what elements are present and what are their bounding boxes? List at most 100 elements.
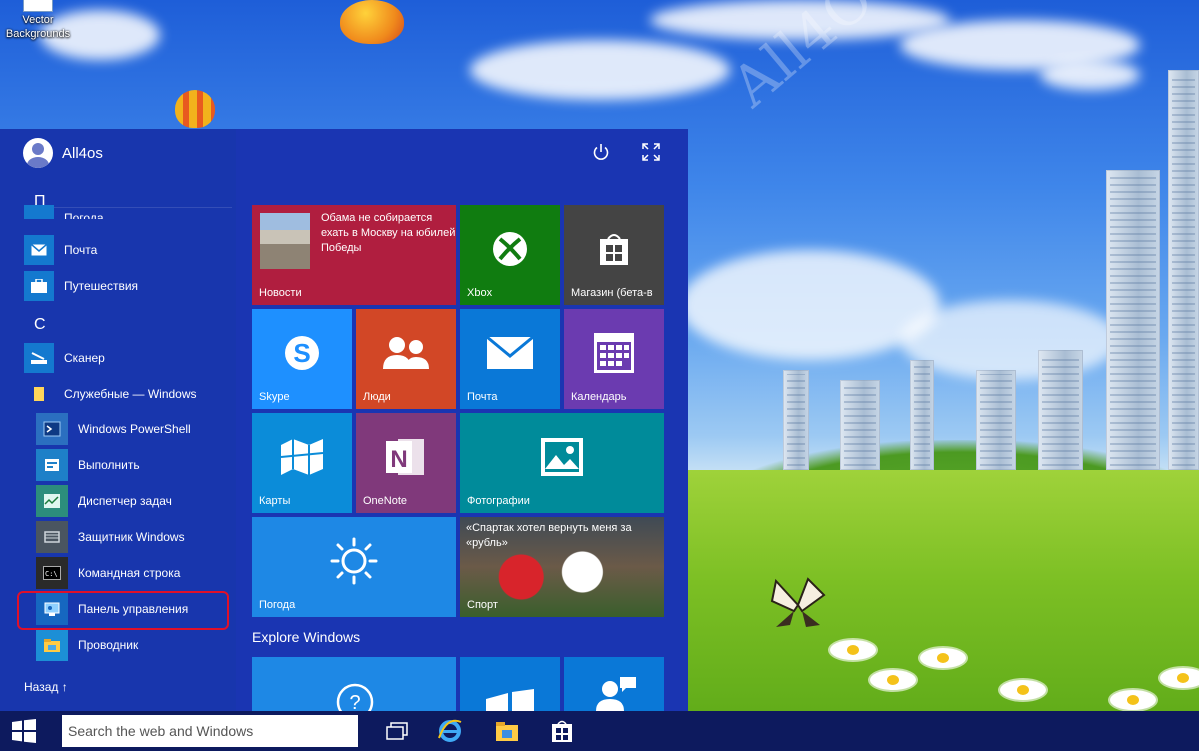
tile-xbox[interactable]: Xbox [460, 205, 560, 305]
internet-explorer-button[interactable] [430, 715, 470, 747]
folder-icon [36, 629, 68, 661]
weather-app-icon [24, 205, 54, 219]
tile-windows-feedback[interactable] [460, 657, 560, 711]
tile-label: Магазин (бета-в [571, 287, 653, 299]
power-button[interactable] [590, 141, 612, 163]
tile-label: OneNote [363, 495, 408, 507]
app-item-label: Командная строка [78, 566, 181, 580]
app-item-label: Погода [64, 211, 104, 219]
task-manager-icon [36, 485, 68, 517]
tile-maps[interactable]: Карты [252, 413, 352, 513]
search-input[interactable]: Search the web and Windows [62, 715, 358, 747]
sport-headline: «Спартак хотел вернуть меня за «рубль» [466, 522, 632, 549]
maps-icon [280, 439, 324, 475]
app-item-label: Защитник Windows [78, 530, 185, 544]
skype-icon: S [285, 336, 319, 370]
tile-skype[interactable]: S Skype [252, 309, 352, 409]
tile-label: Погода [259, 599, 296, 611]
svg-text:N: N [390, 446, 407, 473]
app-item-weather[interactable]: Погода [24, 205, 104, 219]
task-view-icon [386, 722, 408, 740]
desktop-shortcut-label-line1: Vector [22, 14, 54, 26]
tile-contact-support[interactable] [564, 657, 664, 711]
svg-text:?: ? [349, 692, 360, 711]
tile-label: Xbox [467, 287, 493, 299]
store-button[interactable] [542, 715, 582, 747]
tile-people[interactable]: Люди [356, 309, 456, 409]
highlight-annotation [17, 591, 229, 630]
sun-icon [330, 537, 378, 585]
file-explorer-button[interactable] [487, 715, 527, 747]
app-item-file-explorer[interactable]: Проводник [36, 629, 138, 661]
tile-onenote[interactable]: N OneNote [356, 413, 456, 513]
app-item-label: Почта [64, 243, 98, 257]
hot-air-balloon [175, 90, 215, 128]
scanner-icon [24, 343, 54, 373]
explore-windows-heading: Explore Windows [252, 629, 361, 645]
tile-mail[interactable]: Почта [460, 309, 560, 409]
tile-store[interactable]: Магазин (бета-в [564, 205, 664, 305]
app-item-label: Выполнить [78, 458, 140, 472]
app-item-mail[interactable]: Почта [24, 235, 97, 265]
daisy [870, 670, 916, 690]
mail-icon [486, 336, 534, 369]
xbox-icon [493, 232, 527, 266]
photos-icon [541, 438, 583, 476]
daisy [1000, 680, 1046, 700]
butterfly [770, 577, 826, 627]
tile-calendar[interactable]: Календарь [564, 309, 664, 409]
tile-get-started[interactable]: ? [252, 657, 456, 711]
tile-label: Фотографии [467, 495, 530, 507]
support-icon [596, 677, 636, 711]
app-item-defender[interactable]: Защитник Windows [36, 521, 185, 553]
user-avatar-icon [23, 138, 53, 168]
help-icon: ? [336, 683, 374, 711]
tile-label: Календарь [571, 391, 627, 403]
hot-air-balloon [340, 0, 404, 44]
power-icon [593, 144, 609, 160]
app-item-scanner[interactable]: Сканер [24, 343, 105, 373]
daisy [920, 648, 966, 668]
app-item-label: Сканер [64, 351, 105, 365]
app-item-command-prompt[interactable]: C:\ Командная строка [36, 557, 181, 589]
back-button[interactable]: Назад ↑ [24, 680, 68, 694]
tile-news[interactable]: Обама не собирается ехать в Москву на юб… [252, 205, 456, 305]
start-button[interactable] [0, 711, 48, 751]
expand-start-button[interactable] [640, 141, 662, 163]
tile-label: Skype [259, 391, 290, 403]
calendar-icon [594, 333, 634, 373]
tile-label: Люди [363, 391, 391, 403]
app-item-label: Служебные — Windows [64, 387, 197, 401]
user-name: All4os [62, 144, 103, 162]
tile-photos[interactable]: Фотографии [460, 413, 664, 513]
app-item-run[interactable]: Выполнить [36, 449, 140, 481]
windows-logo-icon [486, 689, 534, 711]
store-icon [600, 234, 628, 265]
all-apps-list: All4os П Погода Почта Путешествия С Скан… [0, 129, 236, 711]
app-item-powershell[interactable]: Windows PowerShell [36, 413, 191, 445]
defender-icon [36, 521, 68, 553]
news-headline: Обама не собирается ехать в Москву на юб… [321, 212, 456, 254]
app-item-travel[interactable]: Путешествия [24, 271, 138, 301]
start-menu: All4os П Погода Почта Путешествия С Скан… [0, 129, 688, 711]
command-prompt-icon: C:\ [36, 557, 68, 589]
folder-icon [24, 379, 54, 409]
desktop-shortcut-vector-backgrounds[interactable]: Vector Backgrounds [0, 0, 76, 48]
desktop-shortcut-label-line2: Backgrounds [5, 28, 71, 40]
run-icon [36, 449, 68, 481]
user-account-button[interactable]: All4os [23, 136, 103, 170]
app-item-label: Диспетчер задач [78, 494, 172, 508]
daisy [1110, 690, 1156, 710]
app-item-task-manager[interactable]: Диспетчер задач [36, 485, 172, 517]
internet-explorer-icon [438, 719, 462, 742]
group-header-s[interactable]: С [34, 316, 46, 334]
powershell-icon [36, 413, 68, 445]
app-item-label: Windows PowerShell [78, 422, 191, 436]
store-icon [552, 720, 572, 742]
tile-weather[interactable]: Погода [252, 517, 456, 617]
folder-system-windows[interactable]: Служебные — Windows [24, 379, 197, 409]
tile-sport[interactable]: «Спартак хотел вернуть меня за «рубль» С… [460, 517, 664, 617]
people-icon [383, 337, 429, 369]
task-view-button[interactable] [377, 715, 417, 747]
file-explorer-icon [496, 722, 518, 741]
